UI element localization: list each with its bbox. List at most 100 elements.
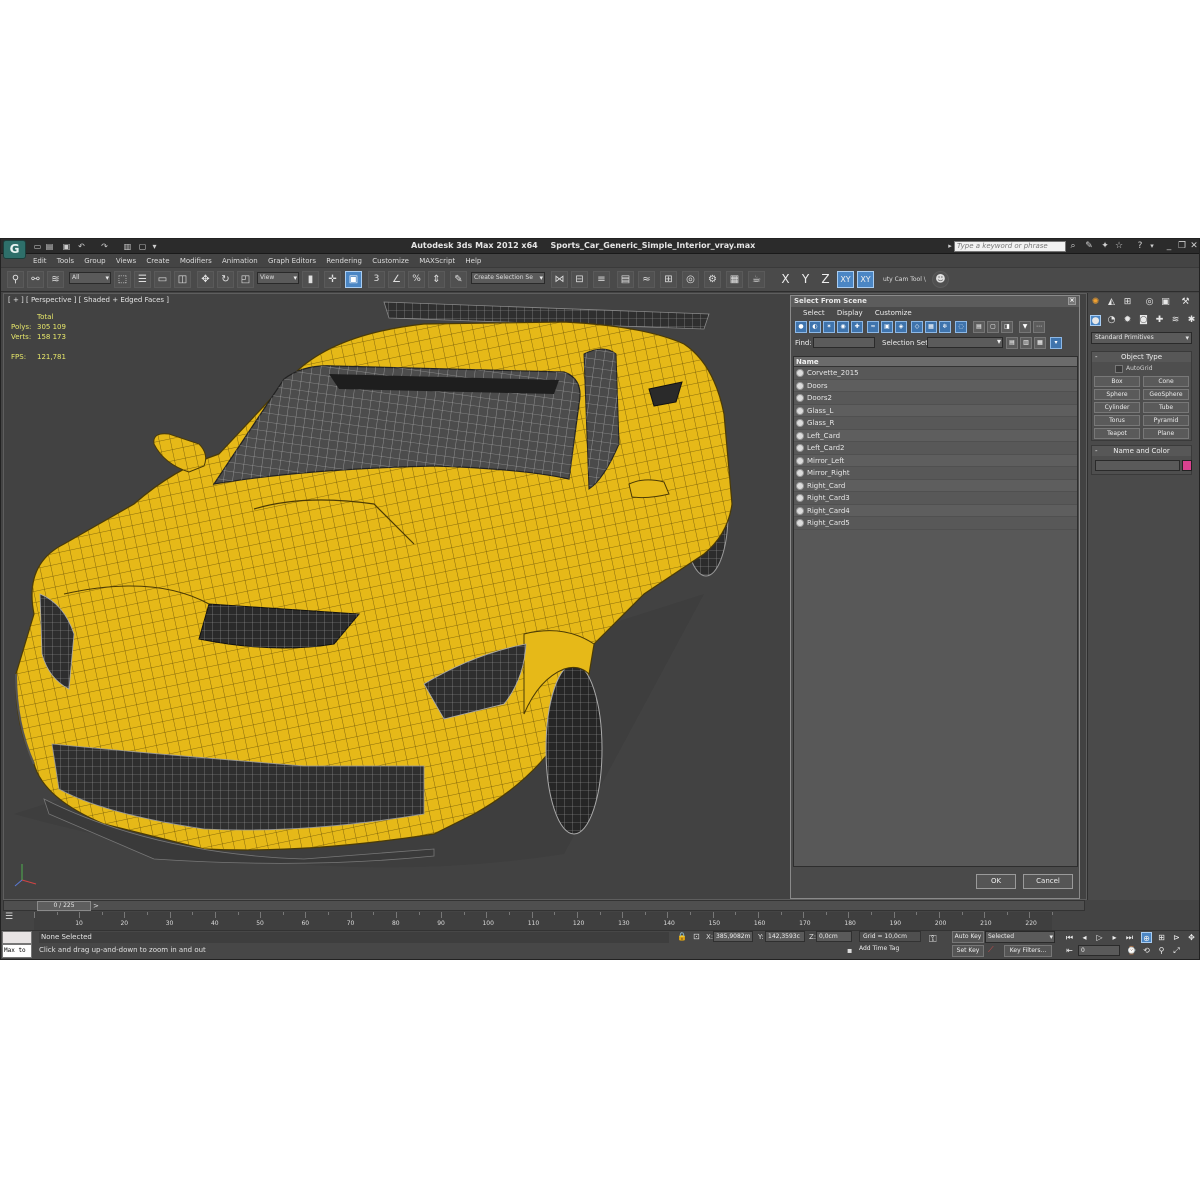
mirror-icon[interactable]: ⋈ bbox=[551, 271, 568, 288]
list-column-name[interactable]: Name bbox=[794, 357, 1077, 367]
menu-animation[interactable]: Animation bbox=[218, 254, 262, 267]
restrict-x-button[interactable]: X bbox=[777, 271, 794, 288]
primitive-plane-button[interactable]: Plane bbox=[1143, 428, 1189, 439]
auto-key-button[interactable]: Auto Key bbox=[952, 931, 984, 943]
select-manipulate-icon[interactable]: ✛ bbox=[324, 271, 341, 288]
selection-lock-icon[interactable]: 🔒 bbox=[677, 932, 687, 941]
favorites-star-icon[interactable]: ☆ bbox=[1114, 241, 1124, 251]
maxscript-listener-top[interactable] bbox=[2, 931, 32, 944]
primitive-tube-button[interactable]: Tube bbox=[1143, 402, 1189, 413]
menu-edit[interactable]: Edit bbox=[29, 254, 51, 267]
selection-set-dropdown[interactable] bbox=[927, 337, 1003, 348]
help-icon[interactable]: ? bbox=[1135, 241, 1145, 251]
named-selection-set-dropdown[interactable]: Create Selection Se bbox=[471, 272, 545, 284]
keyboard-shortcut-override-icon[interactable]: ▣ bbox=[345, 271, 362, 288]
name-and-color-title[interactable]: Name and Color bbox=[1092, 446, 1191, 456]
list-item[interactable]: Right_Card bbox=[794, 479, 1077, 492]
primitive-cone-button[interactable]: Cone bbox=[1143, 376, 1189, 387]
track-bar[interactable]: 10 20 30 40 50 60 70 80 90 100 110 120 130 140 150 160 1… bbox=[34, 912, 1053, 930]
redo-icon[interactable]: ↷ bbox=[100, 242, 109, 251]
filter-lights-icon[interactable]: ✶ bbox=[823, 321, 835, 333]
primitive-cylinder-button[interactable]: Cylinder bbox=[1094, 402, 1140, 413]
time-slider-thumb[interactable]: 0 / 225 bbox=[37, 901, 91, 911]
menu-graph-editors[interactable]: Graph Editors bbox=[264, 254, 320, 267]
key-filters-button[interactable]: Key Filters... bbox=[1004, 945, 1052, 957]
time-slider[interactable]: 0 / 225 > bbox=[3, 900, 1085, 911]
pan-view-icon[interactable]: ✥ bbox=[1186, 932, 1197, 943]
scene-object-list[interactable]: Name Corvette_2015 Doors Doors2 Glass_L Glas… bbox=[793, 356, 1078, 867]
dialog-options-dropdown-icon[interactable]: ▾ bbox=[1050, 337, 1062, 349]
layer-manager-icon[interactable]: ≡ bbox=[593, 271, 610, 288]
reference-coordinate-dropdown[interactable]: View bbox=[257, 272, 299, 284]
go-to-end-icon[interactable]: ⏭ bbox=[1124, 932, 1135, 943]
object-type-title[interactable]: Object Type bbox=[1092, 352, 1191, 362]
add-time-tag-button[interactable]: Add Time Tag bbox=[859, 945, 899, 952]
list-item[interactable]: Doors bbox=[794, 379, 1077, 392]
curve-editor-icon[interactable]: ≈ bbox=[638, 271, 655, 288]
display-tab-icon[interactable]: ▣ bbox=[1160, 297, 1171, 308]
filter-hidden-icon[interactable]: ◌ bbox=[955, 321, 967, 333]
key-mode-toggle-icon[interactable]: ⇤ bbox=[1064, 945, 1075, 956]
menu-maxscript[interactable]: MAXScript bbox=[415, 254, 459, 267]
help-dropdown-icon[interactable]: ▾ bbox=[1147, 241, 1157, 251]
geometry-category-icon[interactable]: ● bbox=[1090, 315, 1101, 326]
shapes-category-icon[interactable]: ◔ bbox=[1106, 315, 1117, 326]
spinner-snap-icon[interactable]: ⇕ bbox=[428, 271, 445, 288]
zoom-extents-icon[interactable]: ⊕ bbox=[1141, 932, 1152, 943]
spacewarps-category-icon[interactable]: ≋ bbox=[1170, 315, 1181, 326]
selection-filter-dropdown[interactable]: All bbox=[69, 272, 111, 284]
key-mode-icon[interactable]: ⟋ bbox=[988, 945, 994, 955]
filter-funnel-icon[interactable]: ▼ bbox=[1019, 321, 1031, 333]
menu-customize[interactable]: Customize bbox=[368, 254, 413, 267]
create-tab-icon[interactable]: ✺ bbox=[1090, 297, 1101, 308]
list-item[interactable]: Mirror_Right bbox=[794, 467, 1077, 480]
save-icon[interactable]: ▣ bbox=[62, 242, 71, 251]
filter-groups-icon[interactable]: ▣ bbox=[881, 321, 893, 333]
unlink-icon[interactable]: ⚯ bbox=[27, 271, 44, 288]
workspace-icon[interactable]: ▢ bbox=[138, 242, 147, 251]
lights-category-icon[interactable]: ✹ bbox=[1122, 315, 1133, 326]
select-none-icon[interactable]: ▥ bbox=[1020, 337, 1032, 349]
menu-help[interactable]: Help bbox=[461, 254, 485, 267]
restrict-plane-cycle-button[interactable]: XY bbox=[857, 271, 874, 288]
object-name-input[interactable] bbox=[1095, 460, 1180, 471]
subscription-icon[interactable]: ✎ bbox=[1084, 241, 1094, 251]
filter-cameras-icon[interactable]: ◉ bbox=[837, 321, 849, 333]
render-production-icon[interactable]: ☕ bbox=[748, 271, 765, 288]
filter-frozen-icon[interactable]: ❄ bbox=[939, 321, 951, 333]
key-selection-dropdown[interactable]: Selected bbox=[985, 931, 1055, 943]
dialog-close-icon[interactable]: × bbox=[1068, 297, 1076, 305]
filter-geometry-icon[interactable]: ● bbox=[795, 321, 807, 333]
filter-helpers-icon[interactable]: ✚ bbox=[851, 321, 863, 333]
material-editor-icon[interactable]: ◎ bbox=[682, 271, 699, 288]
motion-tab-icon[interactable]: ◎ bbox=[1144, 297, 1155, 308]
menu-group[interactable]: Group bbox=[80, 254, 109, 267]
edit-named-selection-icon[interactable]: ✎ bbox=[450, 271, 467, 288]
primitive-geosphere-button[interactable]: GeoSphere bbox=[1143, 389, 1189, 400]
x-coord-field[interactable]: 385,9082m bbox=[713, 931, 753, 942]
primitive-teapot-button[interactable]: Teapot bbox=[1094, 428, 1140, 439]
systems-category-icon[interactable]: ✱ bbox=[1186, 315, 1197, 326]
menu-views[interactable]: Views bbox=[112, 254, 140, 267]
filter-options-icon[interactable]: ⋯ bbox=[1033, 321, 1045, 333]
quick-access-dropdown-icon[interactable]: ▾ bbox=[150, 242, 159, 251]
select-object-icon[interactable]: ⬚ bbox=[114, 271, 131, 288]
primitive-torus-button[interactable]: Torus bbox=[1094, 415, 1140, 426]
camera-tool-button[interactable]: uty Cam Tool \ bbox=[883, 272, 931, 287]
object-color-swatch[interactable] bbox=[1182, 460, 1192, 471]
primitive-box-button[interactable]: Box bbox=[1094, 376, 1140, 387]
list-item[interactable]: Glass_L bbox=[794, 404, 1077, 417]
communication-center-icon[interactable]: ✦ bbox=[1100, 241, 1110, 251]
menu-create[interactable]: Create bbox=[142, 254, 173, 267]
list-item[interactable]: Right_Card4 bbox=[794, 504, 1077, 517]
align-icon[interactable]: ⊟ bbox=[571, 271, 588, 288]
list-item[interactable]: Doors2 bbox=[794, 392, 1077, 405]
list-item[interactable]: Mirror_Left bbox=[794, 454, 1077, 467]
open-file-icon[interactable]: ▤ bbox=[45, 242, 54, 251]
rendered-frame-window-icon[interactable]: ▦ bbox=[726, 271, 743, 288]
restrict-z-button[interactable]: Z bbox=[817, 271, 834, 288]
primitive-type-dropdown[interactable]: Standard Primitives bbox=[1091, 332, 1192, 344]
walk-through-icon[interactable]: ⚲ bbox=[1156, 945, 1167, 956]
field-of-view-icon[interactable]: ⊳ bbox=[1171, 932, 1182, 943]
zoom-all-icon[interactable]: ⊞ bbox=[1156, 932, 1167, 943]
